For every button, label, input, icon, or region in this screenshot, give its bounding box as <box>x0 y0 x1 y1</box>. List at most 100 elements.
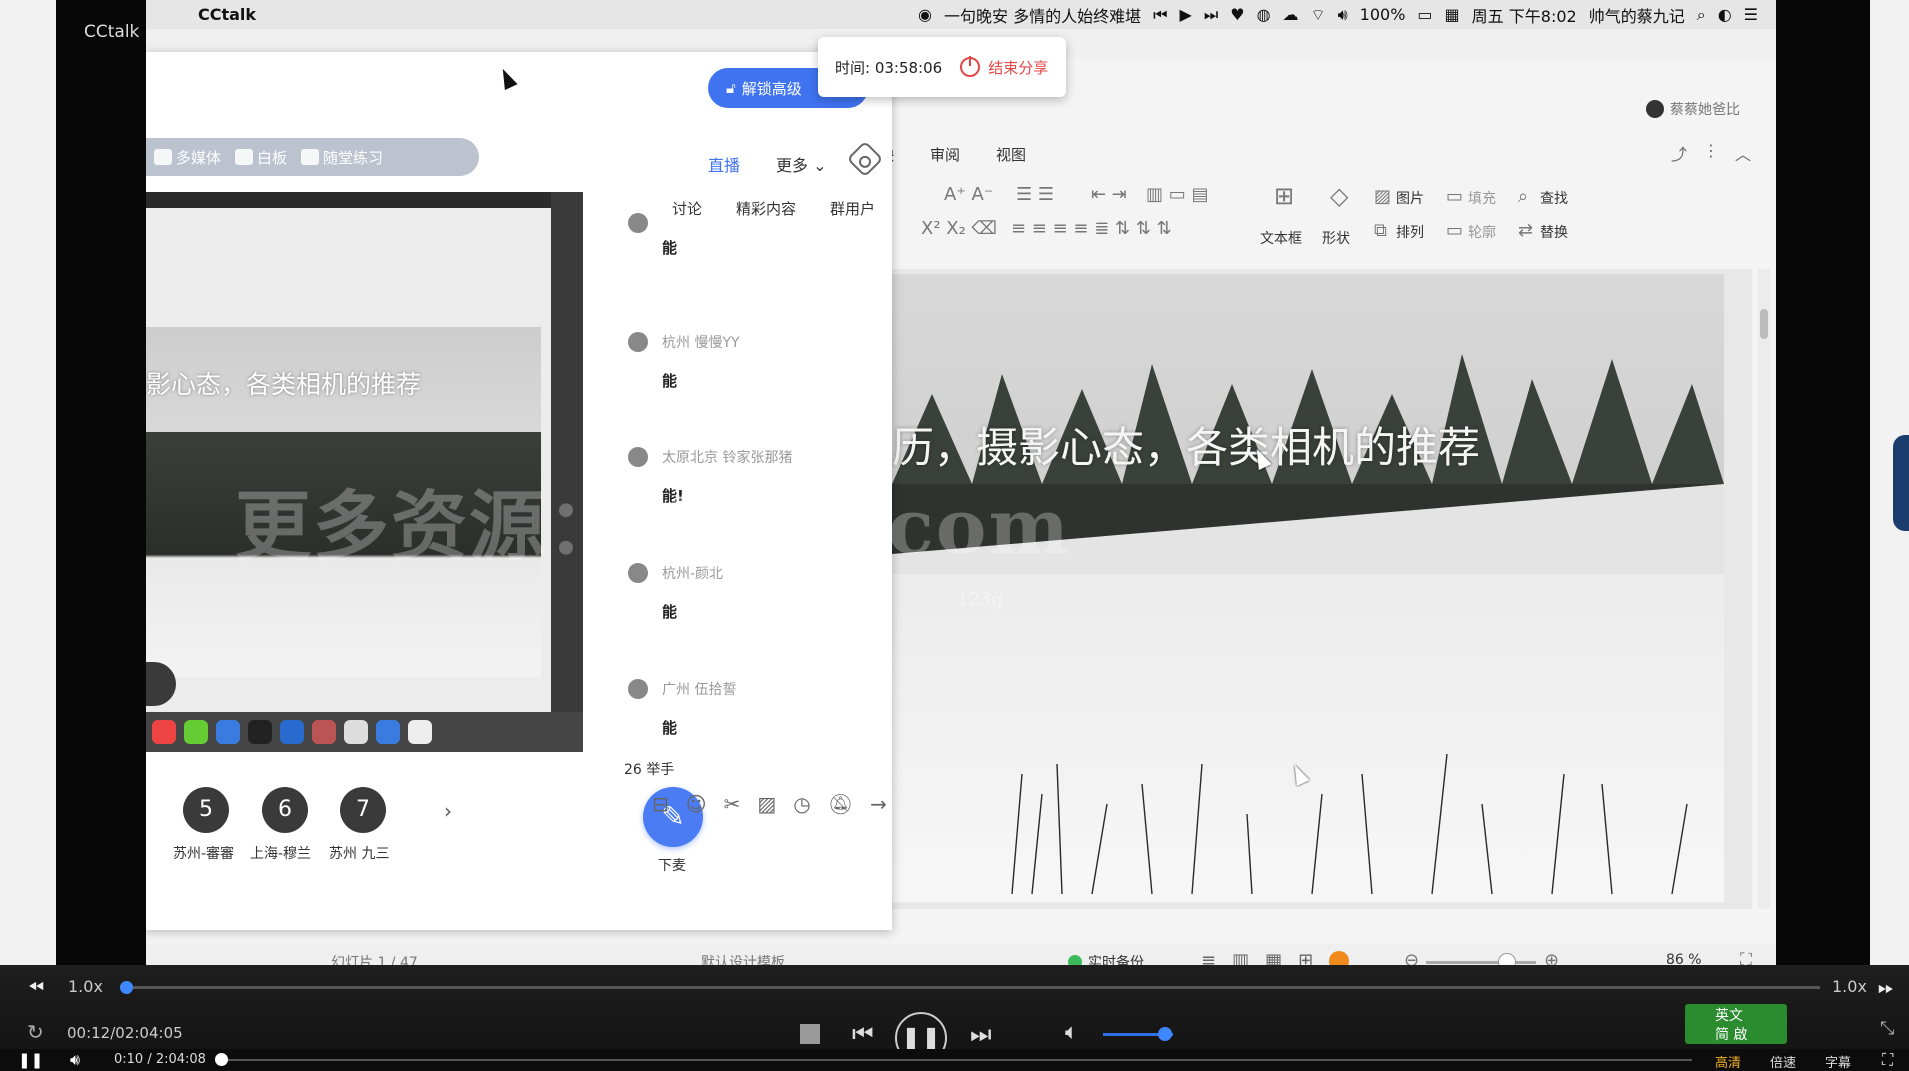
play-track-icon[interactable]: ▶ <box>1180 5 1192 24</box>
tab-discussion[interactable]: 讨论 <box>672 198 702 219</box>
replace-icon[interactable]: ⇄ <box>1518 220 1533 241</box>
share-icon[interactable]: ⤴ <box>1671 141 1687 165</box>
arrange-icon[interactable]: ⧉ <box>1374 220 1387 241</box>
previous-button[interactable]: ⏮︎ <box>852 1020 874 1048</box>
tab-more[interactable]: 更多 ⌄ <box>776 152 827 176</box>
settings-icon[interactable] <box>846 140 884 178</box>
clock-icon[interactable]: ◷ <box>793 792 810 816</box>
scissors-icon[interactable]: ✂ <box>724 792 741 816</box>
ribbon-replace[interactable]: 替换 <box>1540 222 1568 242</box>
zoom-out-icon[interactable]: ⊖ <box>1404 950 1419 965</box>
menubar-username[interactable]: 帅气的蔡九记 <box>1589 3 1685 27</box>
input-method-widget[interactable]: 英文 简 啟 <box>1685 1004 1787 1044</box>
prev-track-icon[interactable]: ⏮ <box>1153 5 1167 25</box>
toolbar-quiz[interactable]: 随堂练习 <box>301 147 383 168</box>
superscript-icon[interactable]: X² X₂ ⌫ <box>921 218 997 239</box>
column-icon[interactable]: ▥ ▭ ▤ <box>1146 184 1208 205</box>
normal-view-icon[interactable]: ▥ <box>1232 950 1249 965</box>
subtitle-button[interactable]: 字幕 <box>1825 1052 1851 1071</box>
toolbar-multimedia[interactable]: 多媒体 <box>154 147 221 168</box>
seek-bar[interactable] <box>120 981 1820 994</box>
indent-icon[interactable]: ⇤ ⇥ <box>1091 184 1127 205</box>
find-icon[interactable]: ⌕ <box>1518 186 1528 207</box>
wifi-icon[interactable]: ⌔ <box>1311 5 1326 25</box>
reading-view-icon[interactable]: ⊞ <box>1298 950 1313 965</box>
notification-center-icon[interactable]: ☰ <box>1744 5 1758 24</box>
menu-review[interactable]: 审阅 <box>930 144 960 165</box>
siri-icon[interactable]: ◐ <box>1718 5 1732 24</box>
heart-icon[interactable]: ♥ <box>1230 5 1244 24</box>
next-track-icon[interactable]: ⏭ <box>1204 5 1218 25</box>
bottom-seek-knob[interactable] <box>215 1053 228 1066</box>
align-icon[interactable]: ≡ ≡ ≡ ≡ ≣ ⇅ ⇅ ⇅ <box>1011 218 1172 239</box>
speed-left[interactable]: 1.0x <box>68 977 103 996</box>
quality-button[interactable]: 高清 <box>1715 1052 1741 1071</box>
next-button[interactable]: ⏭︎ <box>970 1020 992 1048</box>
bottom-volume-icon[interactable]: 🔊︎ <box>70 1050 80 1070</box>
volume-knob[interactable] <box>1158 1027 1172 1041</box>
picture-icon[interactable]: ▨ <box>1374 186 1391 207</box>
gift-icon[interactable]: ⊟ <box>652 792 669 816</box>
end-share-button[interactable]: 结束分享 <box>988 57 1048 78</box>
slideshow-play-icon[interactable] <box>1329 951 1350 965</box>
toolbar-whiteboard[interactable]: 白板 <box>235 147 287 168</box>
zoom-value[interactable]: 86 % <box>1666 952 1702 965</box>
spotlight-icon[interactable]: ⌕ <box>1697 5 1706 25</box>
side-panel-handle[interactable] <box>1893 435 1909 531</box>
tab-group-users[interactable]: 群用户 <box>830 198 875 219</box>
seat-avatar-7[interactable]: 7 <box>340 787 386 833</box>
font-size-icon[interactable]: A⁺ A⁻ <box>944 184 993 205</box>
fast-forward-icon[interactable]: ⏩︎ <box>1878 975 1894 999</box>
image-icon[interactable]: ▨ <box>757 792 776 816</box>
zoom-in-icon[interactable]: ⊕ <box>1544 950 1559 965</box>
speed-button[interactable]: 倍速 <box>1770 1052 1796 1071</box>
input-method-icon[interactable]: ▦ <box>1445 5 1460 24</box>
rewind-icon[interactable]: ⏪︎ <box>28 975 44 999</box>
mute-bell-icon[interactable]: 🔕︎ <box>828 792 853 816</box>
ribbon-picture[interactable]: 图片 <box>1396 188 1424 208</box>
more-icon[interactable]: ⋮ <box>1703 141 1719 165</box>
menubar-app-name[interactable]: CCtalk <box>198 5 256 24</box>
shape-icon[interactable]: ◇ <box>1330 182 1348 210</box>
ribbon-arrange[interactable]: 排列 <box>1396 222 1424 242</box>
slide[interactable]: 历，摄影心态，各类相机的推荐 123g <box>892 274 1724 902</box>
vpn-icon[interactable]: ◍ <box>1257 5 1271 24</box>
ribbon-textbox[interactable]: 文本框 <box>1260 228 1302 248</box>
ribbon-outline[interactable]: 轮廓 <box>1468 222 1496 242</box>
stop-button[interactable] <box>800 1024 820 1044</box>
battery-icon[interactable]: ▭ <box>1417 5 1432 24</box>
music-icon[interactable]: ◉ <box>918 5 932 24</box>
seats-next-arrow-icon[interactable]: › <box>444 799 452 823</box>
menubar-datetime[interactable]: 周五 下午8:02 <box>1472 3 1577 27</box>
slide-subtitle[interactable]: 123g <box>957 589 1003 610</box>
notes-view-icon[interactable]: ≡ <box>1201 950 1216 965</box>
seek-knob[interactable] <box>120 981 133 994</box>
speed-right[interactable]: 1.0x <box>1832 977 1867 996</box>
tab-highlights[interactable]: 精彩内容 <box>736 198 796 219</box>
emoji-icon[interactable]: ☺ <box>686 792 707 816</box>
ribbon-fill[interactable]: 填充 <box>1468 188 1496 208</box>
seat-avatar-6[interactable]: 6 <box>262 787 308 833</box>
fullscreen-icon[interactable]: ⛶ <box>1882 1050 1893 1070</box>
realtime-backup[interactable]: 实时备份 <box>1068 952 1144 965</box>
bottom-pause-icon[interactable]: ❚❚ <box>18 1051 43 1069</box>
volume-icon[interactable]: 🔈︎ <box>1065 1020 1078 1045</box>
fill-icon[interactable]: ▭ <box>1446 186 1463 207</box>
loop-icon[interactable]: ↻ <box>27 1020 44 1044</box>
tab-live[interactable]: 直播 <box>708 152 740 176</box>
power-icon[interactable] <box>960 56 981 77</box>
cloud-icon[interactable]: ☁ <box>1283 5 1299 24</box>
menu-view[interactable]: 视图 <box>996 144 1026 165</box>
collapse-ribbon-icon[interactable]: ︿ <box>1735 141 1751 165</box>
bullet-list-icon[interactable]: ☰ ☰ <box>1016 184 1054 205</box>
seat-avatar-5[interactable]: 5 <box>183 787 229 833</box>
scrollbar-thumb[interactable] <box>1760 309 1768 339</box>
wps-user[interactable]: 蔡蔡她爸比 <box>1646 99 1740 119</box>
collapse-icon[interactable]: ⤡ <box>1880 1018 1894 1039</box>
zoom-slider-knob[interactable] <box>1498 953 1516 965</box>
ribbon-find[interactable]: 查找 <box>1540 188 1568 208</box>
sorter-view-icon[interactable]: ▦ <box>1265 950 1282 965</box>
outline-icon[interactable]: ▭ <box>1446 220 1463 241</box>
volume-icon[interactable]: 🔊︎ <box>1338 5 1348 25</box>
fit-window-icon[interactable]: ⛶ <box>1740 950 1752 965</box>
